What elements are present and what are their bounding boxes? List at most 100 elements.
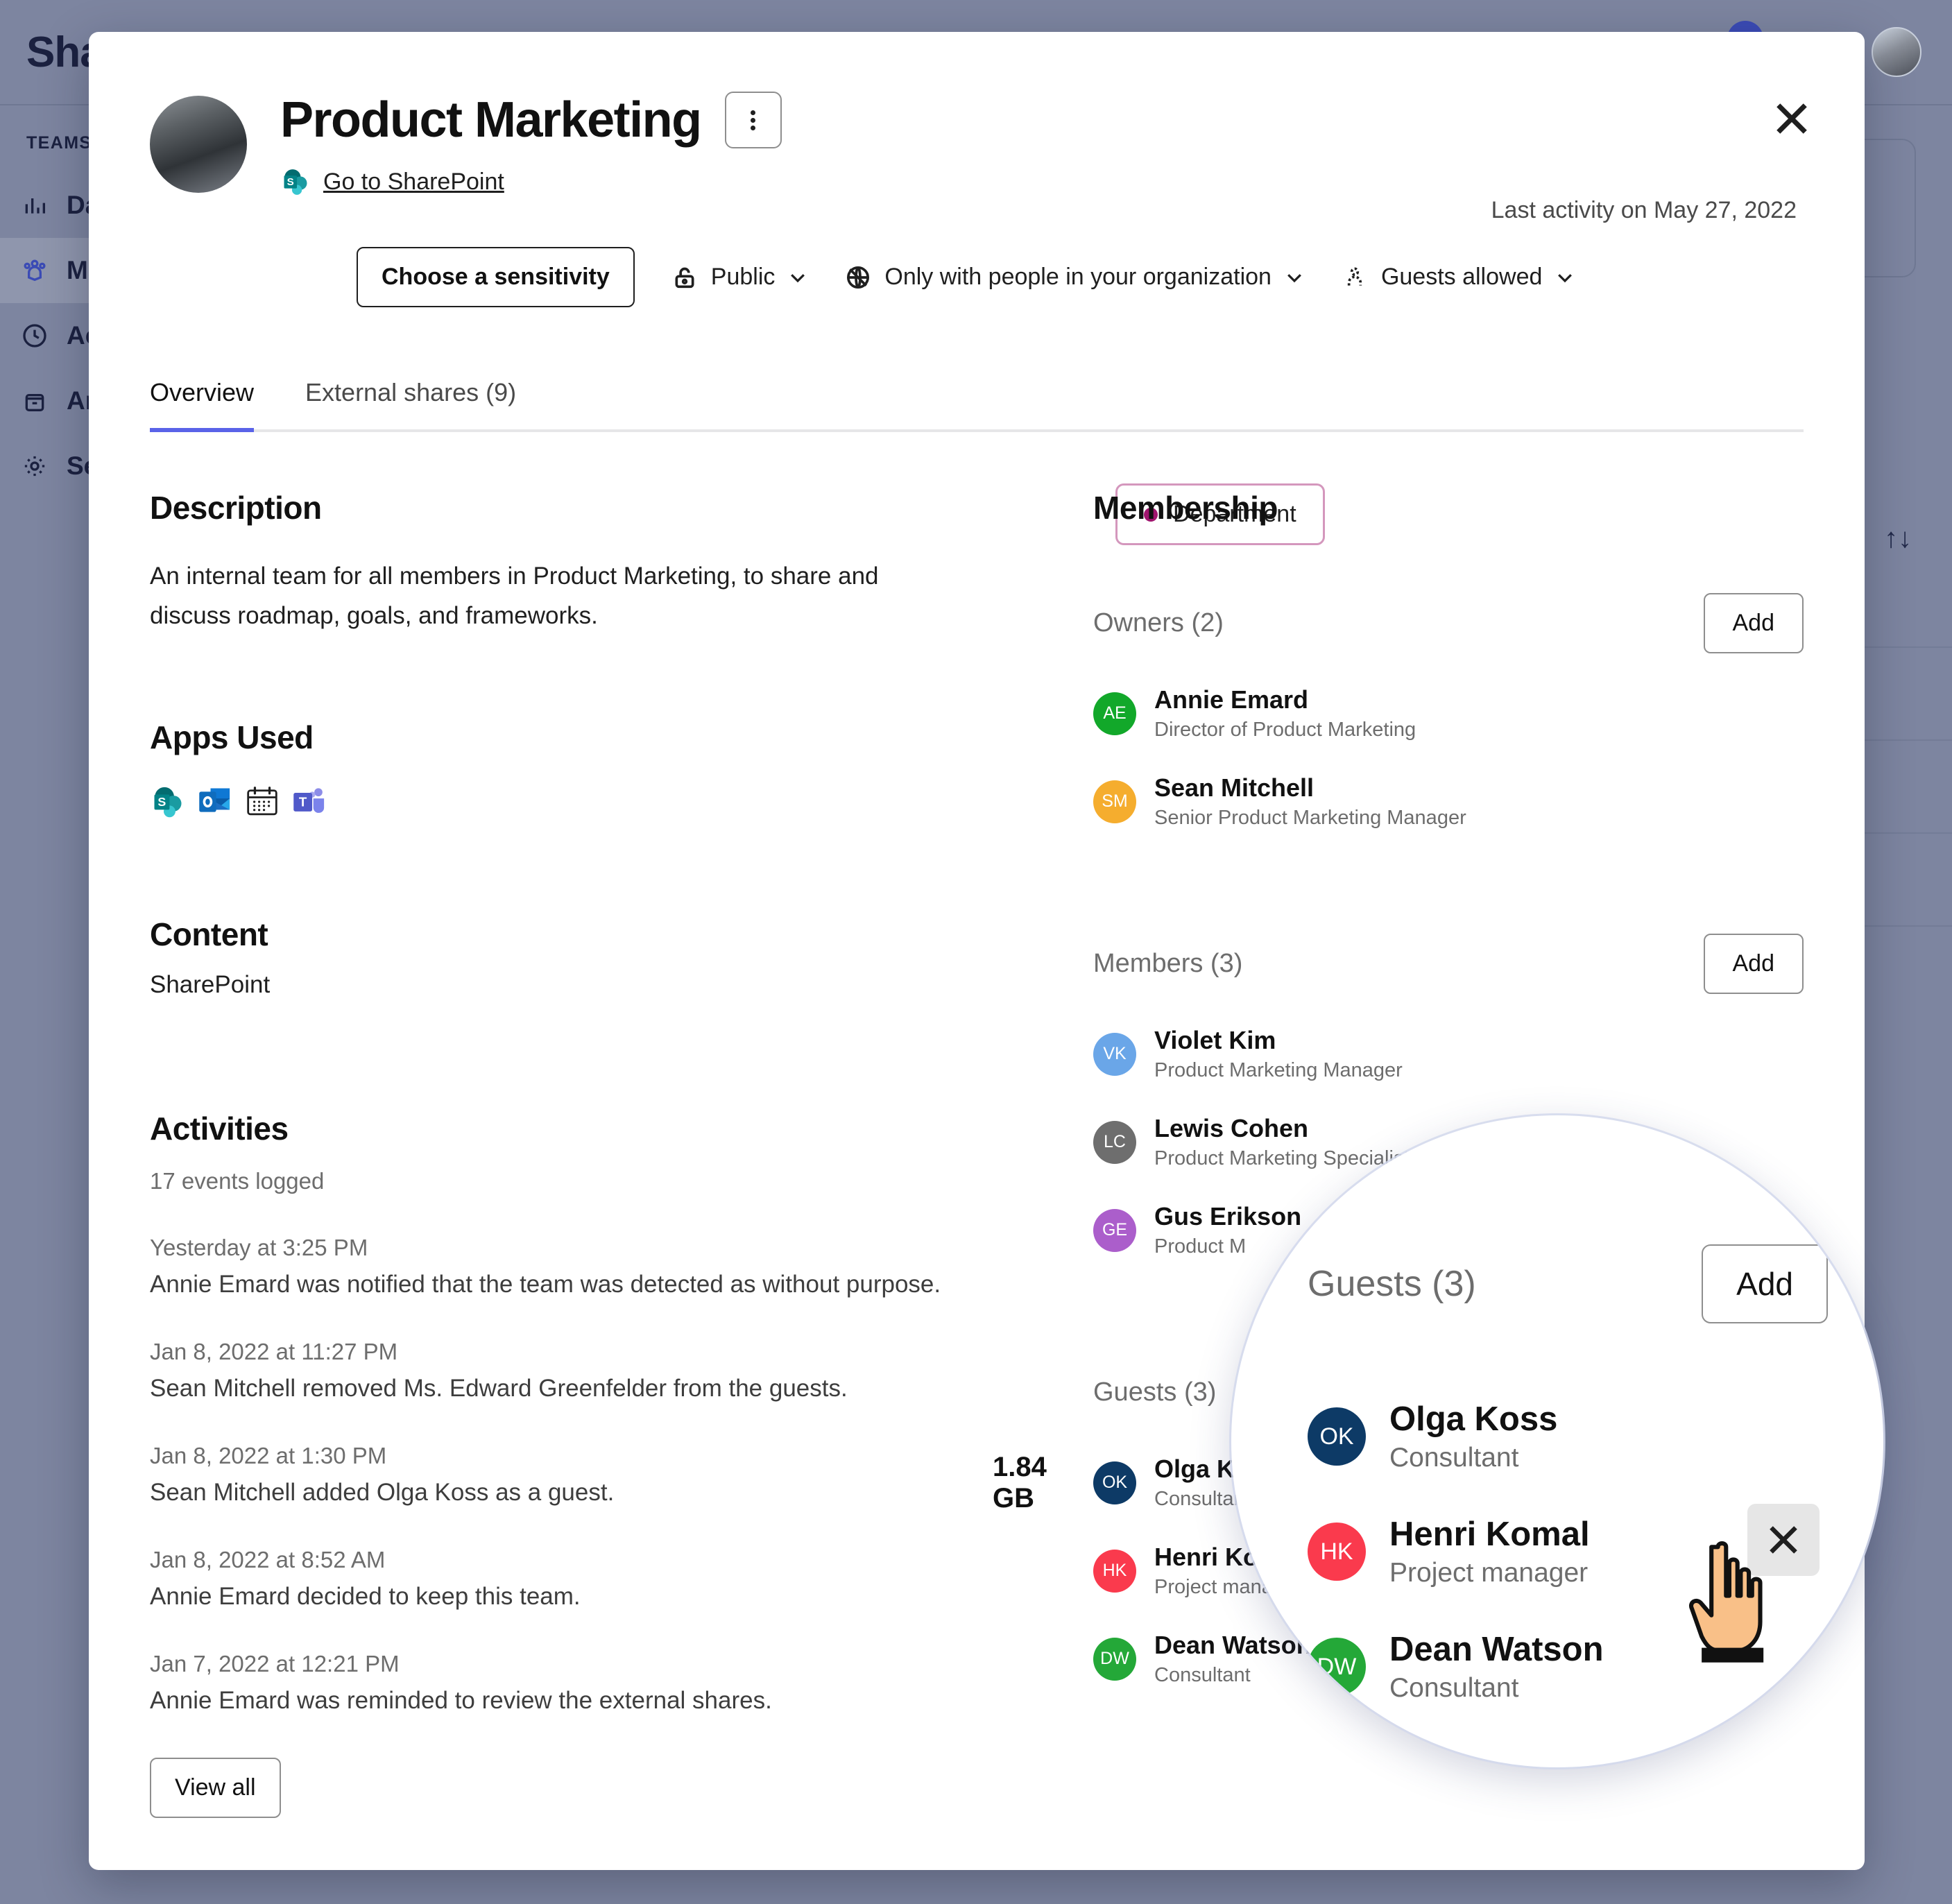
content-heading: Content (150, 916, 268, 953)
avatar: SM (1093, 780, 1136, 823)
person-icon (1347, 267, 1362, 286)
person-role: Senior Product Marketing Manager (1154, 807, 1466, 829)
person-role: Director of Product Marketing (1154, 719, 1416, 741)
list-item[interactable]: VK Violet Kim Product Marketing Manager (1093, 1026, 1804, 1082)
page-title: Product Marketing (280, 92, 702, 148)
description-text: An internal team for all members in Prod… (150, 563, 879, 629)
person-role: Product Marketing Manager (1154, 1059, 1403, 1081)
privacy-label: Public (710, 264, 776, 290)
person-role: Consultant (1389, 1443, 1519, 1473)
magnifier-overlay: Guests (3) Add OK Olga Koss Consultant H… (1231, 1115, 1883, 1767)
content-value: SharePoint (150, 971, 271, 999)
globe-slash-icon (847, 266, 870, 289)
person-name: Henri Komal (1389, 1516, 1590, 1553)
calendar-icon (247, 787, 277, 816)
activities-section: Activities 17 events logged Yesterday at… (150, 1110, 1093, 1819)
more-options-button[interactable] (724, 92, 782, 148)
user-avatar[interactable] (1872, 27, 1921, 77)
view-all-button[interactable]: View all (150, 1758, 281, 1819)
list-item[interactable]: OK Olga Koss Consultant (1308, 1400, 1883, 1473)
activity-text: Sean Mitchell added Olga Koss as a guest… (150, 1479, 615, 1507)
sharing-label: Only with people in your organization (884, 264, 1272, 290)
team-avatar (150, 96, 247, 193)
chart-icon (25, 198, 45, 214)
activity-time: Yesterday at 3:25 PM (150, 1235, 368, 1261)
sharepoint-icon: S (284, 169, 307, 195)
description-heading: Description (150, 490, 322, 526)
overview-column: Description An internal team for all mem… (150, 432, 1325, 1819)
activity-text: Annie Emard was reminded to review the e… (150, 1687, 772, 1715)
archive-icon (25, 394, 44, 411)
tab-overview[interactable]: Overview (150, 378, 255, 432)
activities-heading: Activities (150, 1110, 289, 1147)
owners-group: Owners (2) Add AE Annie Emard Director o… (1093, 593, 1804, 830)
list-item[interactable]: AE Annie Emard Director of Product Marke… (1093, 685, 1804, 741)
gear-icon (24, 456, 45, 477)
modal-header: Product Marketing S Go to SharePoint (89, 32, 1865, 197)
activity-time: Jan 7, 2022 at 12:21 PM (150, 1651, 400, 1677)
chevron-down-icon (1555, 267, 1575, 288)
apps-used-heading: Apps Used (150, 719, 314, 756)
modal-toolbar: Choose a sensitivity Public Only with pe… (357, 247, 1865, 307)
tab-external-shares[interactable]: External shares (9) (305, 378, 516, 432)
guests-setting-dropdown[interactable]: Guests allowed (1341, 264, 1575, 291)
chevron-down-icon (787, 267, 808, 288)
sharepoint-icon: S (154, 787, 182, 818)
last-activity-label: Last activity on May 27, 2022 (1491, 197, 1797, 223)
privacy-dropdown[interactable]: Public (671, 264, 809, 291)
avatar: LC (1093, 1120, 1136, 1164)
person-name: Violet Kim (1154, 1026, 1276, 1054)
sort-toggle[interactable]: ↑↓ (1884, 523, 1912, 554)
activity-item: Jan 8, 2022 at 8:52 AM Annie Emard decid… (150, 1547, 1093, 1611)
person-role: Project manager (1389, 1558, 1589, 1588)
people-icon (24, 259, 46, 282)
activity-text: Annie Emard was notified that the team w… (150, 1271, 941, 1298)
avatar: HK (1093, 1549, 1136, 1593)
modal-tabs: Overview External shares (9) (150, 375, 1804, 432)
activity-item: Jan 8, 2022 at 1:30 PM Sean Mitchell add… (150, 1443, 1093, 1507)
outlook-icon (199, 788, 230, 812)
membership-heading: Membership (1093, 490, 1278, 526)
events-logged-label: 17 events logged (150, 1168, 325, 1194)
more-vertical-icon (751, 108, 756, 133)
person-name: Dean Watson (1389, 1631, 1604, 1668)
apps-used-section: Apps Used S T (150, 719, 1093, 820)
members-title: Members (3) (1093, 949, 1243, 978)
svg-text:T: T (299, 795, 307, 809)
storage-size-label: 1.84 GB (993, 1452, 1047, 1513)
guests-setting-label: Guests allowed (1380, 264, 1543, 290)
owners-title: Owners (2) (1093, 608, 1224, 637)
avatar: DW (1308, 1638, 1366, 1696)
go-to-sharepoint-link[interactable]: Go to SharePoint (323, 169, 504, 196)
avatar: AE (1093, 692, 1136, 735)
person-name: Sean Mitchell (1154, 773, 1315, 802)
close-modal-button[interactable] (1769, 96, 1815, 141)
close-icon (1777, 103, 1807, 134)
guests-title-magnified: Guests (3) (1308, 1264, 1476, 1304)
list-item[interactable]: DW Dean Watson Consultant (1308, 1630, 1883, 1704)
person-role: Consultant (1389, 1673, 1519, 1703)
avatar: DW (1093, 1637, 1136, 1681)
avatar: OK (1093, 1461, 1136, 1504)
activity-item: Yesterday at 3:25 PM Annie Emard was not… (150, 1235, 1093, 1298)
avatar: HK (1308, 1523, 1366, 1581)
person-name: Olga Koss (1389, 1400, 1558, 1438)
add-owner-button[interactable]: Add (1703, 593, 1804, 653)
activity-item: Jan 8, 2022 at 11:27 PM Sean Mitchell re… (150, 1339, 1093, 1403)
add-guest-button-magnified[interactable]: Add (1702, 1244, 1828, 1323)
activity-item: Jan 7, 2022 at 12:21 PM Annie Emard was … (150, 1651, 1093, 1715)
unlock-icon (675, 267, 694, 288)
cursor-pointer-hand (1688, 1541, 1764, 1663)
avatar: GE (1093, 1208, 1136, 1252)
activity-time: Jan 8, 2022 at 1:30 PM (150, 1443, 387, 1469)
clock-icon (23, 324, 46, 348)
add-member-button[interactable]: Add (1703, 934, 1804, 994)
choose-sensitivity-button[interactable]: Choose a sensitivity (357, 247, 635, 307)
sharing-dropdown[interactable]: Only with people in your organization (844, 264, 1305, 291)
chevron-down-icon (1284, 267, 1305, 288)
content-section: Content SharePoint (150, 916, 1093, 999)
activity-text: Sean Mitchell removed Ms. Edward Greenfe… (150, 1375, 848, 1403)
avatar: VK (1093, 1032, 1136, 1076)
activity-time: Jan 8, 2022 at 8:52 AM (150, 1547, 386, 1573)
list-item[interactable]: SM Sean Mitchell Senior Product Marketin… (1093, 773, 1804, 830)
